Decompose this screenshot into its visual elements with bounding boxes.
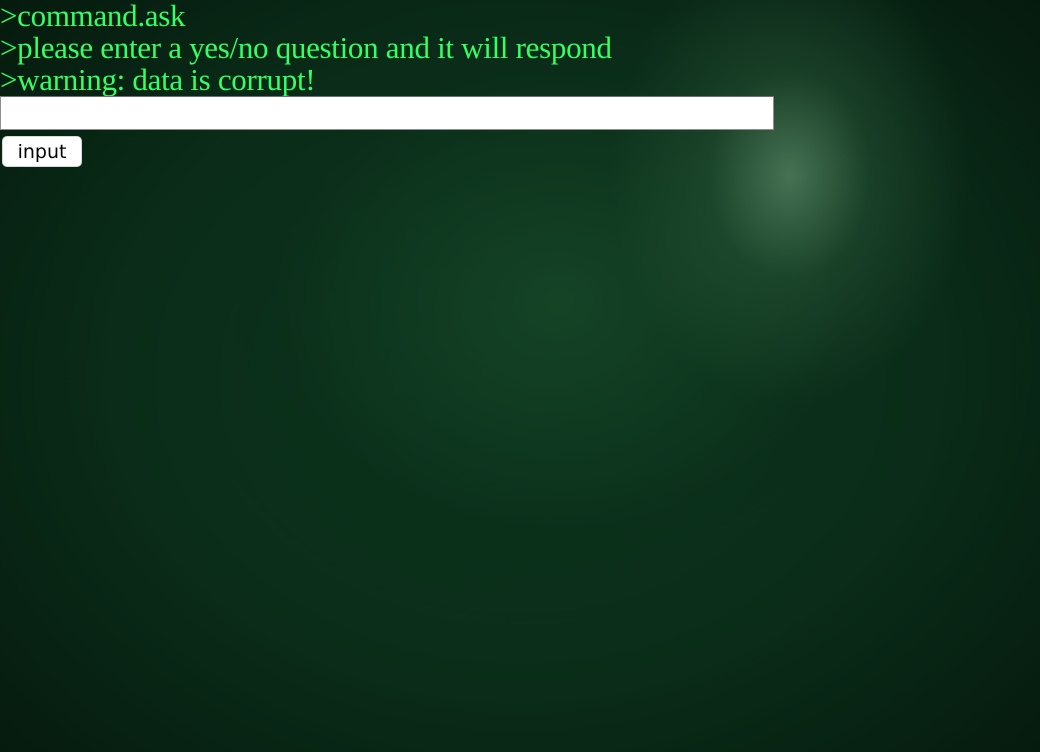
input-button[interactable]: input [2,136,82,167]
terminal-line-warning: >warning: data is corrupt! [0,62,316,97]
question-input[interactable] [0,96,774,130]
terminal-line-command: >command.ask [0,0,186,33]
terminal-line-instructions: >please enter a yes/no question and it w… [0,30,612,65]
terminal-output: >command.ask >please enter a yes/no ques… [0,0,612,96]
